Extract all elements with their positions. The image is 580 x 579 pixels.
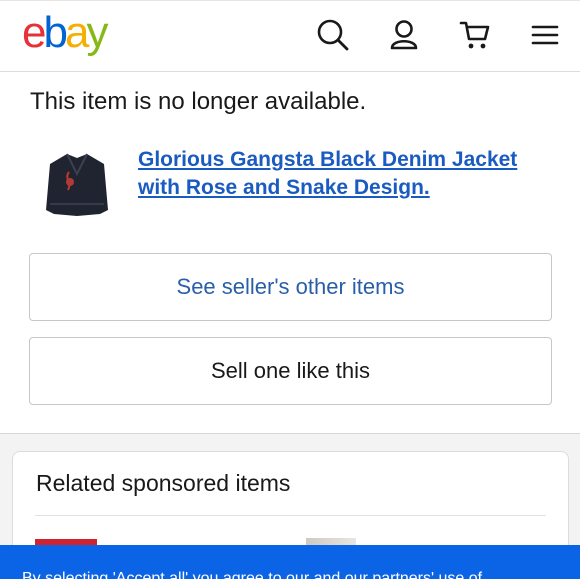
logo-letter-b: b	[43, 8, 68, 57]
account-icon	[390, 20, 418, 50]
account-button[interactable]	[384, 15, 424, 55]
item-unavailable-card: This item is no longer available. Glorio…	[0, 72, 580, 434]
see-seller-items-button[interactable]: See seller's other items	[29, 253, 552, 321]
consent-text: By selecting 'Accept all' you agree to o…	[22, 570, 483, 579]
header-bar: ebay	[0, 0, 580, 72]
item-thumbnail[interactable]	[42, 144, 112, 222]
menu-button[interactable]	[525, 15, 565, 55]
menu-icon	[531, 25, 559, 45]
ebay-logo[interactable]: ebay	[22, 8, 108, 57]
item-title-link[interactable]: Glorious Gangsta Black Denim Jacket with…	[138, 146, 538, 202]
jacket-image	[42, 144, 112, 222]
logo-letter-y: y	[86, 8, 108, 57]
sell-one-like-this-button[interactable]: Sell one like this	[29, 337, 552, 405]
search-icon	[317, 19, 349, 51]
divider	[35, 515, 546, 516]
related-sponsored-title: Related sponsored items	[36, 470, 291, 496]
cookie-consent-banner: By selecting 'Accept all' you agree to o…	[0, 545, 580, 579]
unavailable-message: This item is no longer available.	[30, 88, 367, 115]
cart-button[interactable]	[455, 15, 495, 55]
logo-letter-a: a	[64, 8, 90, 57]
logo-letter-e: e	[22, 8, 47, 57]
search-button[interactable]	[313, 15, 353, 55]
cart-icon	[459, 21, 490, 49]
